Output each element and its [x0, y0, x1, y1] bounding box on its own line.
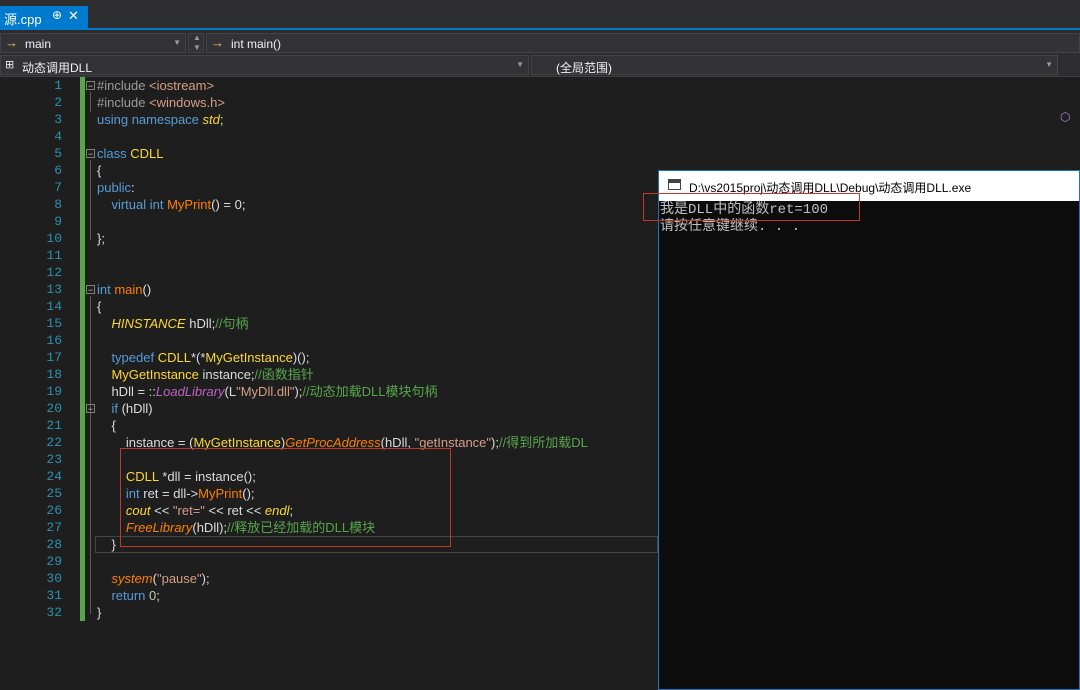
fold-guide [90, 160, 91, 240]
code-line-6: { [97, 163, 102, 178]
code-line-32: } [97, 605, 102, 620]
tab-source-file[interactable]: 源.cpp ⊕ ✕ [0, 6, 88, 28]
line-number: 21 [46, 418, 62, 433]
cube-icon[interactable]: ⬡ [1060, 110, 1070, 124]
line-number: 13 [46, 282, 62, 297]
project-dropdown[interactable]: ⊞ 动态调用DLL ▼ [0, 55, 529, 75]
scroll-spinner[interactable]: ▲ ▼ [188, 33, 204, 53]
fold-toggle-icon[interactable]: − [86, 285, 95, 295]
line-number: 16 [46, 333, 62, 348]
chevron-up-icon: ▲ [193, 33, 201, 42]
line-number: 10 [46, 231, 62, 246]
code-line-8: virtual int MyPrint() = 0; [97, 197, 246, 212]
code-line-14: { [97, 299, 102, 314]
line-number: 29 [46, 554, 62, 569]
project-name: 动态调用DLL [22, 61, 93, 75]
line-number: 26 [46, 503, 62, 518]
chevron-down-icon: ▼ [193, 43, 201, 52]
scope-dropdown[interactable]: → main ▼ [0, 33, 186, 53]
project-bar: ⊞ 动态调用DLL ▼ (全局范围) ▼ ⬡ [0, 54, 1080, 124]
line-number: 30 [46, 571, 62, 586]
chevron-down-icon: ▼ [1045, 60, 1053, 69]
console-app-icon [668, 179, 681, 190]
line-number: 2 [54, 95, 62, 110]
chevron-down-icon: ▼ [173, 38, 181, 47]
code-line-30: system("pause"); [111, 571, 210, 586]
code-line-31: return 0; [97, 588, 160, 603]
code-line-10: }; [97, 231, 105, 246]
arrow-right-icon: → [5, 35, 18, 50]
code-line-3: using namespace std; [97, 112, 224, 127]
line-number: 18 [46, 367, 62, 382]
navigation-bar: → main ▼ ▲ ▼ → int main() [0, 31, 1080, 54]
scope-value: main [25, 37, 52, 51]
fold-guide [90, 92, 91, 112]
code-line-7: public: [97, 180, 135, 195]
line-number: 6 [54, 163, 62, 178]
line-number: 28 [46, 537, 62, 552]
line-number: 25 [46, 486, 62, 501]
line-number: 20 [46, 401, 62, 416]
member-dropdown[interactable]: → int main() [206, 33, 1080, 53]
line-number: 3 [54, 112, 62, 127]
line-number: 8 [54, 197, 62, 212]
line-number: 17 [46, 350, 62, 365]
code-line-19: hDll = ::LoadLibrary(L"MyDll.dll");//动态加… [97, 384, 438, 399]
tab-bar: 源.cpp ⊕ ✕ [0, 0, 1080, 31]
code-line-20: if (hDll) [97, 401, 153, 416]
line-number: 11 [46, 248, 62, 263]
line-number: 15 [46, 316, 62, 331]
tab-underline [0, 28, 1080, 30]
console-line-2: 请按任意键继续. . . [660, 219, 801, 235]
code-line-18: MyGetInstance instance;//函数指针 [111, 367, 314, 382]
close-icon[interactable]: ✕ [68, 8, 79, 24]
annotation-box-output [643, 193, 860, 221]
console-window[interactable]: D:\vs2015proj\动态调用DLL\Debug\动态调用DLL.exe … [658, 170, 1080, 690]
line-number: 27 [46, 520, 62, 535]
line-number: 23 [46, 452, 62, 467]
scope-filter-dropdown[interactable]: (全局范围) ▼ [531, 55, 1058, 75]
tab-filename: 源.cpp [4, 12, 42, 27]
chevron-down-icon: ▼ [516, 60, 524, 69]
code-line-13: int main() [97, 282, 152, 297]
line-number: 9 [54, 214, 62, 229]
line-number: 32 [46, 605, 62, 620]
line-number: 4 [54, 129, 62, 144]
annotation-box-code [120, 448, 451, 547]
line-number: 22 [46, 435, 62, 450]
line-number: 14 [46, 299, 62, 314]
code-line-5: class CDLL [97, 146, 164, 161]
arrow-right-icon: → [211, 35, 224, 50]
fold-toggle-icon[interactable]: − [86, 149, 95, 159]
line-number: 7 [54, 180, 62, 195]
code-line-21: { [97, 418, 116, 433]
line-numbers: 1 2 3 4 5 6 7 8 9 10 11 12 13 14 15 16 17 18 19 20 21 22 23 24 2… [0, 77, 62, 621]
project-icon: ⊞ [5, 59, 15, 71]
change-indicator [80, 77, 85, 621]
fold-toggle-icon[interactable]: − [86, 404, 95, 414]
fold-toggle-icon[interactable]: − [86, 81, 95, 91]
code-line-2: #include <windows.h> [97, 95, 225, 110]
line-number: 24 [46, 469, 62, 484]
scope-filter-value: (全局范围) [556, 61, 612, 75]
fold-guide [90, 296, 91, 614]
code-line-17: typedef CDLL*(*MyGetInstance)(); [97, 350, 310, 365]
pin-icon[interactable]: ⊕ [52, 8, 62, 22]
code-line-1: #include <iostream> [97, 78, 215, 93]
line-number: 5 [54, 146, 62, 161]
line-number: 31 [46, 588, 62, 603]
member-value: int main() [231, 37, 282, 51]
line-number: 12 [46, 265, 62, 280]
line-number: 1 [54, 78, 62, 93]
code-line-15: HINSTANCE hDll;//句柄 [111, 316, 249, 331]
line-number: 19 [46, 384, 62, 399]
